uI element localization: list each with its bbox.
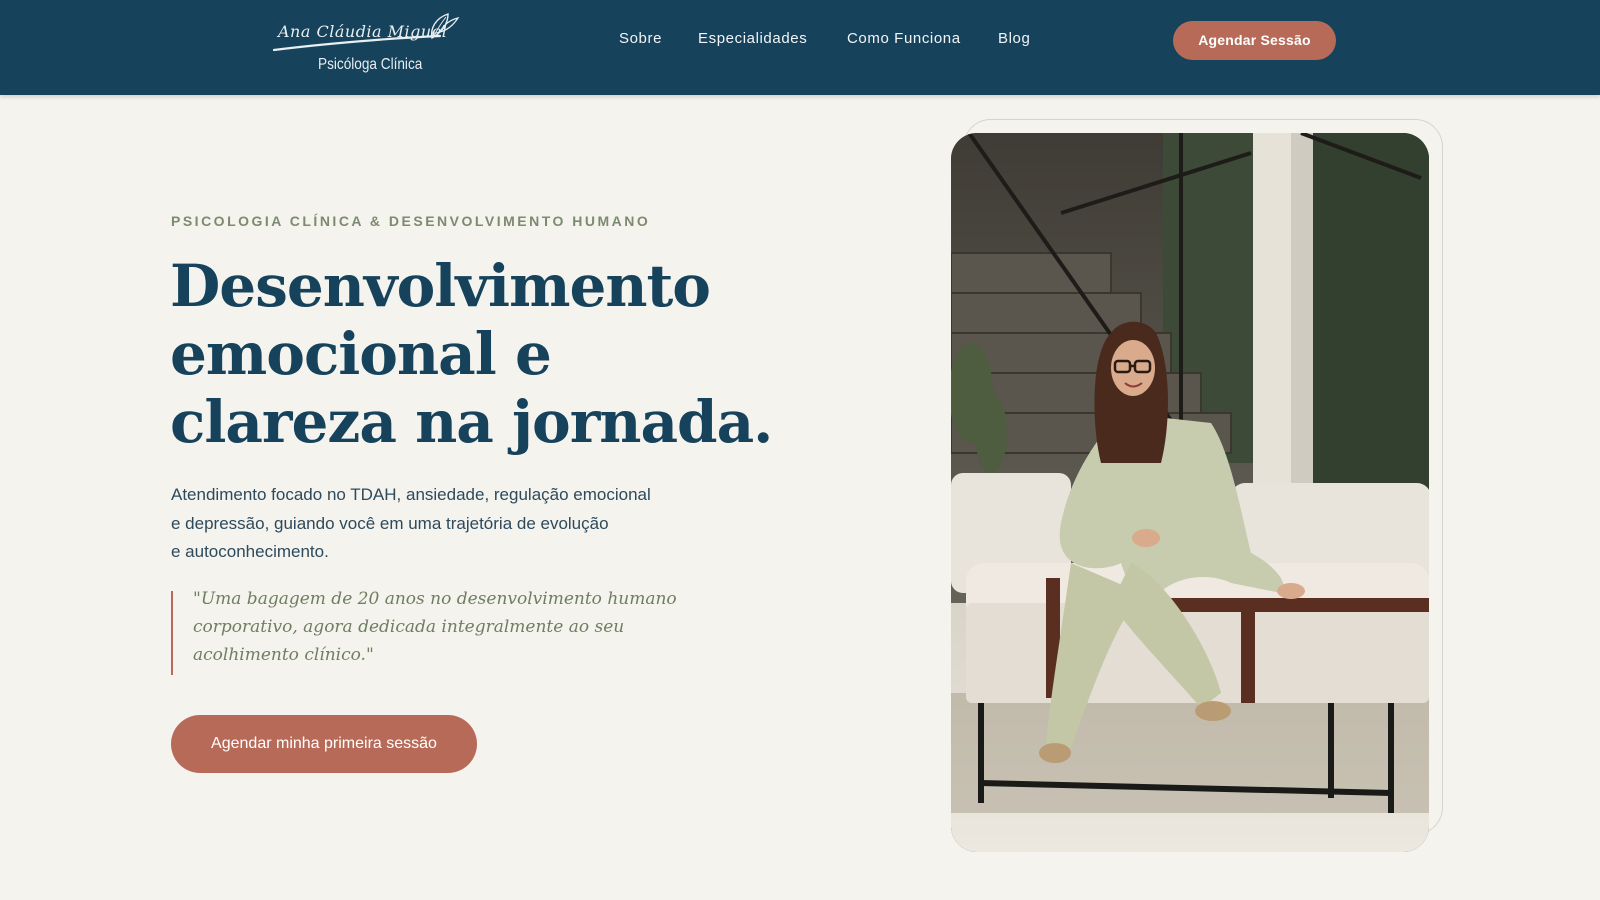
description-line: Atendimento focado no TDAH, ansiedade, r… [171, 485, 651, 504]
hero-description: Atendimento focado no TDAH, ansiedade, r… [171, 481, 731, 567]
nav-link-sobre[interactable]: Sobre [619, 30, 662, 47]
book-first-session-button[interactable]: Agendar minha primeira sessão [171, 715, 477, 773]
schedule-session-button[interactable]: Agendar Sessão [1173, 21, 1336, 60]
quote-line: corporativo, agora dedicada integralment… [193, 617, 625, 637]
quote-line: "Uma bagagem de 20 anos no desenvolvimen… [193, 589, 677, 609]
headline-line: clareza na jornada. [170, 388, 773, 456]
logo-script-name: Ana Cláudia Miguel [278, 22, 448, 41]
description-line: e autoconhecimento. [171, 542, 329, 561]
hero-quote: "Uma bagagem de 20 anos no desenvolvimen… [171, 589, 691, 675]
quote-line: acolhimento clínico." [193, 645, 374, 665]
nav-link-especialidades[interactable]: Especialidades [698, 30, 807, 47]
brand-logo[interactable]: Ana Cláudia Miguel Psicóloga Clínica [272, 8, 462, 80]
logo-subtitle: Psicóloga Clínica [318, 56, 423, 73]
therapist-photo [951, 133, 1429, 852]
top-navbar: Ana Cláudia Miguel Psicóloga Clínica Sob… [0, 0, 1600, 95]
description-line: e depressão, guiando você em uma trajetó… [171, 513, 609, 533]
nav-link-blog[interactable]: Blog [998, 30, 1030, 47]
headline-line: emocional e [170, 320, 552, 388]
therapist-photo-illustration [951, 133, 1429, 852]
nav-link-como-funciona[interactable]: Como Funciona [847, 30, 961, 47]
headline-line: Desenvolvimento [170, 252, 711, 320]
hero-headline: Desenvolvimento emocional e clareza na j… [170, 252, 790, 456]
quote-text: "Uma bagagem de 20 anos no desenvolvimen… [193, 585, 691, 669]
hero-eyebrow: PSICOLOGIA CLÍNICA & DESENVOLVIMENTO HUM… [171, 213, 651, 229]
